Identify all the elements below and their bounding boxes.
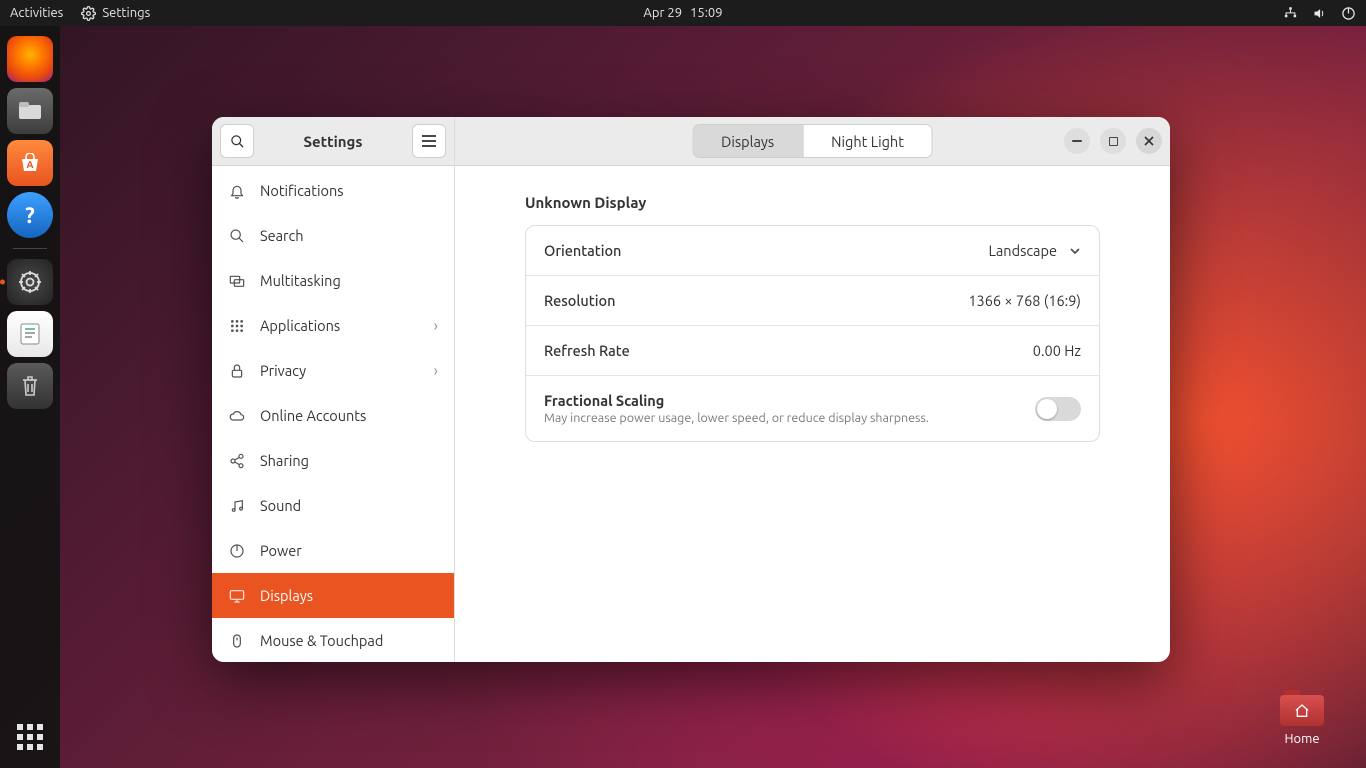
- resolution-label: Resolution: [544, 292, 615, 309]
- resolution-row[interactable]: Resolution 1366 × 768 (16:9): [526, 275, 1099, 325]
- sidebar-item-multitasking[interactable]: Multitasking: [212, 258, 454, 303]
- sidebar-item-mouse-touchpad[interactable]: Mouse & Touchpad: [212, 618, 454, 662]
- sidebar-item-label: Mouse & Touchpad: [260, 632, 383, 649]
- content-area: Unknown Display Orientation Landscape Re…: [455, 166, 1170, 662]
- hamburger-menu-button[interactable]: [412, 124, 446, 158]
- sidebar-item-sharing[interactable]: Sharing: [212, 438, 454, 483]
- dock-settings[interactable]: [7, 259, 53, 305]
- dock-help[interactable]: ?: [7, 192, 53, 238]
- top-bar: Activities Settings Apr 29 15:09: [0, 0, 1366, 26]
- sidebar-item-privacy[interactable]: Privacy ›: [212, 348, 454, 393]
- topbar-app-menu[interactable]: Settings: [81, 6, 150, 21]
- sidebar-item-label: Multitasking: [260, 272, 341, 289]
- sidebar-item-label: Sharing: [260, 452, 309, 469]
- sidebar-item-label: Applications: [260, 317, 340, 334]
- window-close-button[interactable]: [1136, 128, 1162, 154]
- dock-text-editor[interactable]: [7, 311, 53, 357]
- fractional-scaling-sub: May increase power usage, lower speed, o…: [544, 411, 929, 425]
- tab-displays[interactable]: Displays: [693, 125, 802, 157]
- multitask-icon: [228, 273, 246, 289]
- orientation-label: Orientation: [544, 242, 621, 259]
- power-status-icon[interactable]: [1341, 6, 1356, 21]
- sound-icon: [228, 498, 246, 514]
- activities-button[interactable]: Activities: [10, 6, 63, 20]
- resolution-value: 1366 × 768 (16:9): [968, 292, 1081, 309]
- settings-window: Settings Notifications Search Multitasking…: [212, 117, 1170, 662]
- desktop-home-label: Home: [1266, 732, 1338, 746]
- settings-sidebar: Settings Notifications Search Multitasking…: [212, 117, 455, 662]
- display-settings-card: Orientation Landscape Resolution 1366 × …: [525, 225, 1100, 442]
- dock-separator: [13, 248, 47, 249]
- dock-files[interactable]: [7, 88, 53, 134]
- fractional-scaling-row: Fractional Scaling May increase power us…: [526, 375, 1099, 441]
- orientation-value: Landscape: [988, 242, 1057, 259]
- tab-night-light[interactable]: Night Light: [802, 125, 932, 157]
- cloud-icon: [228, 408, 246, 424]
- sidebar-item-label: Displays: [260, 587, 313, 604]
- sidebar-item-search[interactable]: Search: [212, 213, 454, 258]
- search-icon: [228, 228, 246, 244]
- window-minimize-button[interactable]: [1064, 128, 1090, 154]
- sidebar-item-label: Sound: [260, 497, 301, 514]
- dock-firefox[interactable]: [7, 36, 53, 82]
- sidebar-item-label: Privacy: [260, 362, 306, 379]
- activities-label: Activities: [10, 6, 63, 20]
- chevron-right-icon: ›: [434, 362, 439, 380]
- sidebar-item-online-accounts[interactable]: Online Accounts: [212, 393, 454, 438]
- fractional-scaling-toggle[interactable]: [1035, 397, 1081, 421]
- lock-icon: [228, 363, 246, 379]
- topbar-app-label: Settings: [102, 6, 150, 20]
- share-icon: [228, 453, 246, 469]
- tab-displays-label: Displays: [721, 133, 774, 150]
- sidebar-item-label: Search: [260, 227, 304, 244]
- sidebar-item-power[interactable]: Power: [212, 528, 454, 573]
- clock[interactable]: Apr 29 15:09: [643, 6, 722, 20]
- sidebar-item-notifications[interactable]: Notifications: [212, 168, 454, 213]
- svg-text:A: A: [26, 159, 33, 170]
- sidebar-list: Notifications Search Multitasking Applicati…: [212, 166, 454, 662]
- orientation-row[interactable]: Orientation Landscape: [526, 226, 1099, 275]
- sidebar-item-label: Notifications: [260, 182, 344, 199]
- refresh-rate-label: Refresh Rate: [544, 342, 630, 359]
- apps-icon: [228, 318, 246, 334]
- sidebar-title: Settings: [262, 133, 404, 150]
- sidebar-item-label: Power: [260, 542, 302, 559]
- clock-date: Apr 29: [643, 6, 682, 20]
- gear-icon: [81, 6, 96, 21]
- dock-trash[interactable]: [7, 363, 53, 409]
- folder-icon: [1280, 690, 1324, 726]
- main-panel: Displays Night Light Unknown Display Ori…: [455, 117, 1170, 662]
- sidebar-item-sound[interactable]: Sound: [212, 483, 454, 528]
- volume-status-icon[interactable]: [1312, 6, 1327, 21]
- sidebar-item-applications[interactable]: Applications ›: [212, 303, 454, 348]
- main-header: Displays Night Light: [455, 117, 1170, 166]
- display-icon: [228, 588, 246, 604]
- sidebar-item-label: Online Accounts: [260, 407, 366, 424]
- refresh-rate-value: 0.00 Hz: [1033, 342, 1081, 359]
- dock: A ?: [0, 26, 60, 768]
- show-apps-button[interactable]: [17, 724, 43, 750]
- clock-time: 15:09: [690, 6, 723, 20]
- bell-icon: [228, 183, 246, 199]
- refresh-rate-row[interactable]: Refresh Rate 0.00 Hz: [526, 325, 1099, 375]
- dock-software[interactable]: A: [7, 140, 53, 186]
- power-icon: [228, 543, 246, 559]
- sidebar-header: Settings: [212, 117, 454, 166]
- tab-night-label: Night Light: [831, 133, 904, 150]
- window-maximize-button[interactable]: [1100, 128, 1126, 154]
- network-status-icon[interactable]: [1283, 6, 1298, 21]
- view-switcher: Displays Night Light: [692, 124, 933, 158]
- search-button[interactable]: [220, 124, 254, 158]
- sidebar-item-displays[interactable]: Displays: [212, 573, 454, 618]
- chevron-right-icon: ›: [434, 317, 439, 335]
- chevron-down-icon: [1069, 245, 1081, 257]
- mouse-icon: [228, 633, 246, 649]
- desktop-home-folder[interactable]: Home: [1266, 690, 1338, 746]
- section-title: Unknown Display: [525, 194, 1100, 211]
- fractional-scaling-label: Fractional Scaling: [544, 392, 929, 409]
